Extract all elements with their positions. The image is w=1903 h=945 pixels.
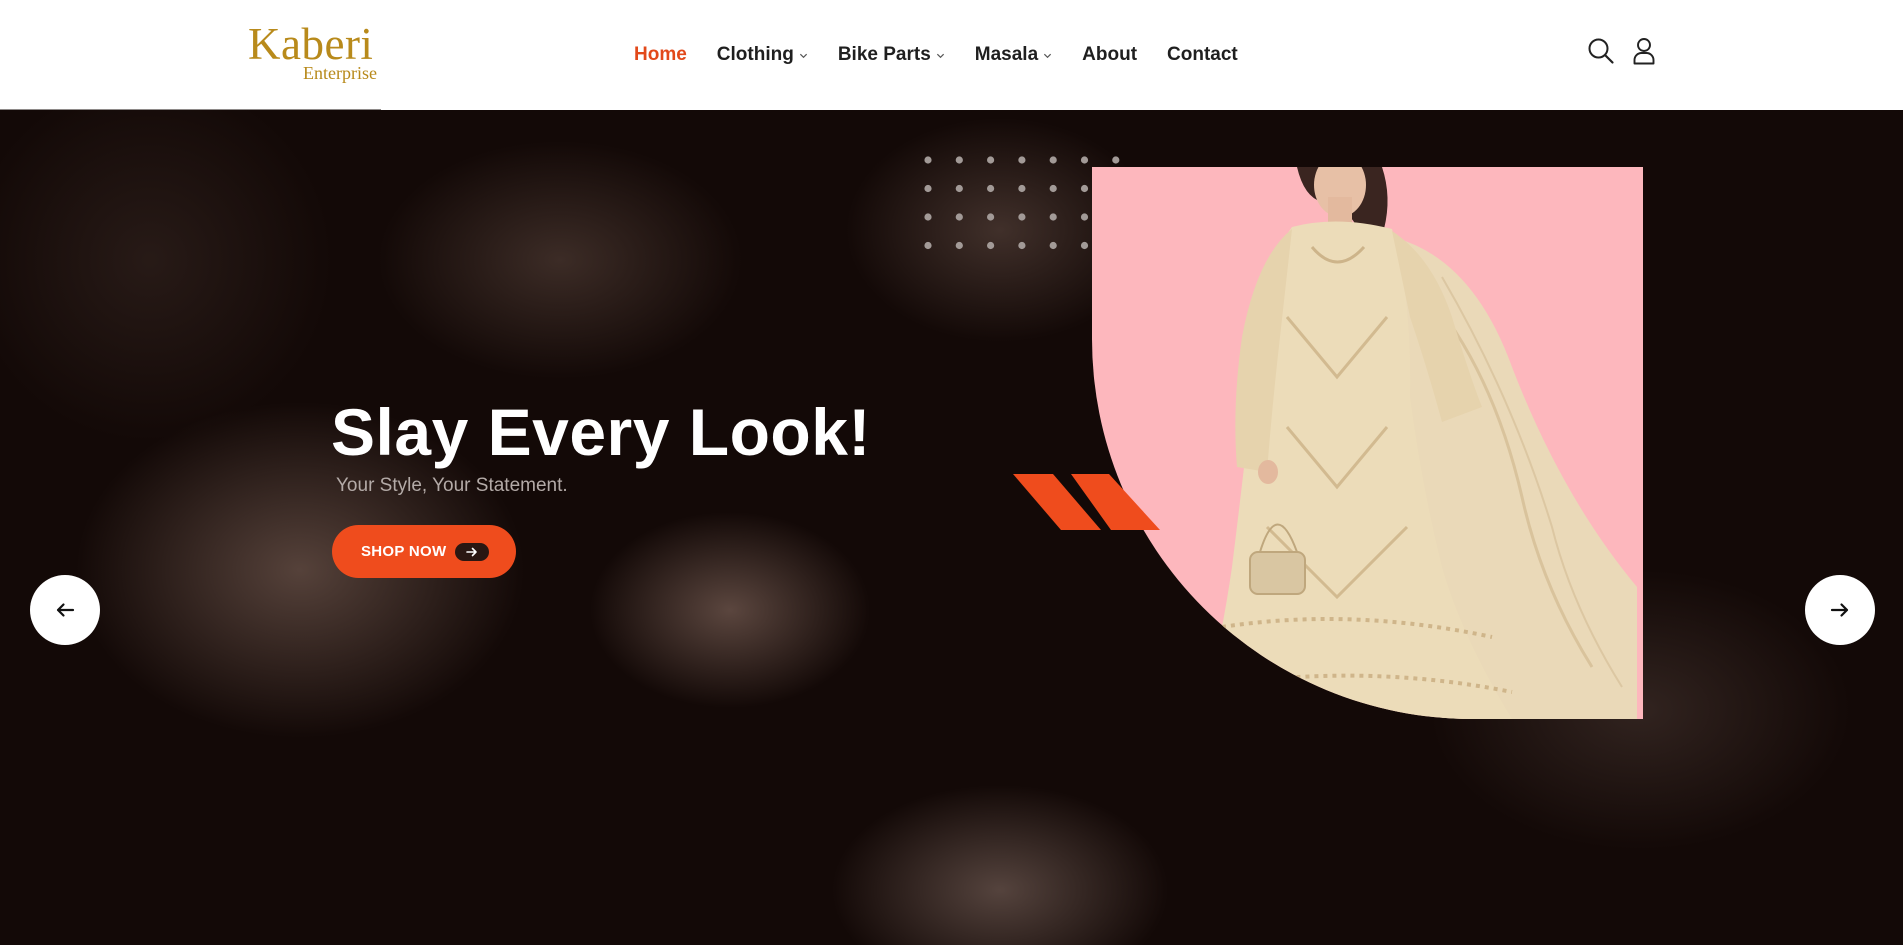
chevron-down-icon — [936, 53, 944, 58]
pattern-dot — [955, 156, 963, 164]
site-header: Kaberi Enterprise Home Clothing Bike Par… — [0, 0, 1903, 110]
nav-item-clothing[interactable]: Clothing — [717, 44, 808, 66]
hero-title: Slay Every Look! — [331, 395, 871, 469]
pattern-dot — [1049, 156, 1057, 164]
brand-logo[interactable]: Kaberi Enterprise — [248, 22, 388, 86]
nav-item-masala[interactable]: Masala — [975, 44, 1052, 66]
arrow-left-icon — [56, 603, 75, 617]
pattern-dot — [1112, 156, 1120, 164]
nav-item-about[interactable]: About — [1082, 44, 1137, 66]
nav-item-label: Home — [634, 44, 687, 65]
pattern-dot — [987, 156, 995, 164]
pattern-dot — [1018, 184, 1026, 193]
pattern-dot — [924, 184, 932, 193]
nav-item-label: Clothing — [716, 44, 794, 65]
search-icon[interactable] — [1586, 36, 1616, 66]
pattern-dot — [1049, 213, 1057, 221]
nav-item-label: Bike Parts — [837, 44, 931, 65]
pattern-dot — [924, 213, 932, 221]
nav-item-home[interactable]: Home — [634, 44, 687, 66]
chevron-down-icon — [799, 53, 807, 58]
header-actions — [1586, 36, 1659, 66]
accent-stripes — [1013, 474, 1160, 530]
chevron-down-icon — [1044, 53, 1052, 58]
nav-item-bike-parts[interactable]: Bike Parts — [838, 44, 945, 66]
pattern-dot — [955, 184, 963, 193]
shop-now-label: SHOP NOW — [361, 543, 447, 560]
pattern-dot — [1018, 241, 1026, 250]
pattern-dot — [955, 213, 963, 221]
pattern-dot — [1080, 241, 1089, 250]
pattern-dot — [1018, 156, 1026, 164]
brand-name: Kaberi — [248, 19, 374, 69]
pattern-dot — [987, 184, 995, 193]
hero-image — [1092, 167, 1643, 719]
pattern-dot — [1080, 213, 1089, 221]
brand-tagline: Enterprise — [303, 63, 377, 83]
main-nav: Home Clothing Bike Parts Masala About Co… — [634, 41, 1238, 69]
hero-subtitle: Your Style, Your Statement. — [336, 475, 568, 496]
arrow-right-icon — [1830, 603, 1849, 617]
pattern-dot — [1049, 241, 1057, 250]
pattern-dot — [924, 156, 932, 164]
nav-item-label: Contact — [1167, 44, 1238, 65]
shop-now-button[interactable]: SHOP NOW — [332, 525, 516, 578]
nav-item-contact[interactable]: Contact — [1167, 44, 1238, 66]
pattern-dot — [987, 213, 995, 221]
slider-next-button[interactable] — [1805, 575, 1875, 645]
pattern-dot — [1049, 184, 1057, 193]
arrow-right-icon — [455, 542, 490, 561]
pattern-dot — [1018, 213, 1026, 221]
hero-slider: Slay Every Look! Your Style, Your Statem… — [0, 110, 1903, 945]
slider-prev-button[interactable] — [30, 575, 100, 645]
pattern-dot — [987, 241, 995, 250]
pattern-dot — [1080, 184, 1089, 193]
user-icon[interactable] — [1629, 36, 1659, 66]
pattern-dot — [955, 241, 963, 250]
nav-item-label: About — [1082, 44, 1138, 65]
pattern-dot — [1080, 156, 1089, 164]
pattern-dot — [924, 241, 932, 250]
dress-illustration — [1202, 167, 1637, 719]
nav-item-label: Masala — [974, 44, 1039, 65]
